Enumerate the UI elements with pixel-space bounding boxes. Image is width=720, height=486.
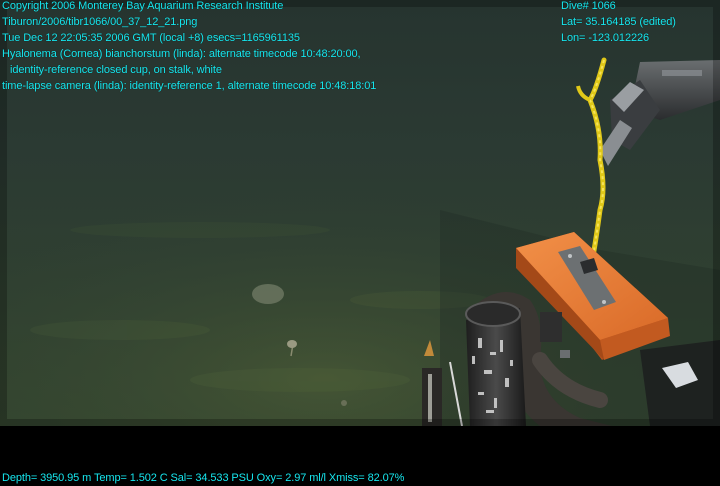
- timestamp-line: Tue Dec 12 22:05:35 2006 GMT (local +8) …: [2, 32, 300, 44]
- annotation-line-3: time-lapse camera (linda): identity-refe…: [2, 80, 377, 92]
- longitude: Lon= -123.012226: [561, 32, 650, 44]
- dive-number: Dive# 1066: [561, 0, 616, 12]
- sampler-tube: [465, 301, 526, 426]
- copyright-line: Copyright 2006 Monterey Bay Aquarium Res…: [2, 0, 284, 12]
- left-telemetry-overlay: Copyright 2006 Monterey Bay Aquarium Res…: [2, 0, 376, 96]
- filename-line: Tiburon/2006/tibr1066/00_37_12_21.png: [2, 16, 198, 28]
- annotation-line-1: Hyalonema (Cornea) bianchorstum (linda):…: [2, 48, 361, 60]
- annotation-line-2: identity-reference closed cup, on stalk,…: [10, 64, 222, 76]
- sensor-readout: Depth= 3950.95 m Temp= 1.502 C Sal= 34.5…: [2, 472, 405, 484]
- latitude: Lat= 35.164185 (edited): [561, 16, 676, 28]
- right-position-overlay: Dive# 1066 Lat= 35.164185 (edited) Lon= …: [561, 0, 676, 48]
- video-frame: Copyright 2006 Monterey Bay Aquarium Res…: [0, 0, 720, 486]
- flatfish: [252, 284, 284, 304]
